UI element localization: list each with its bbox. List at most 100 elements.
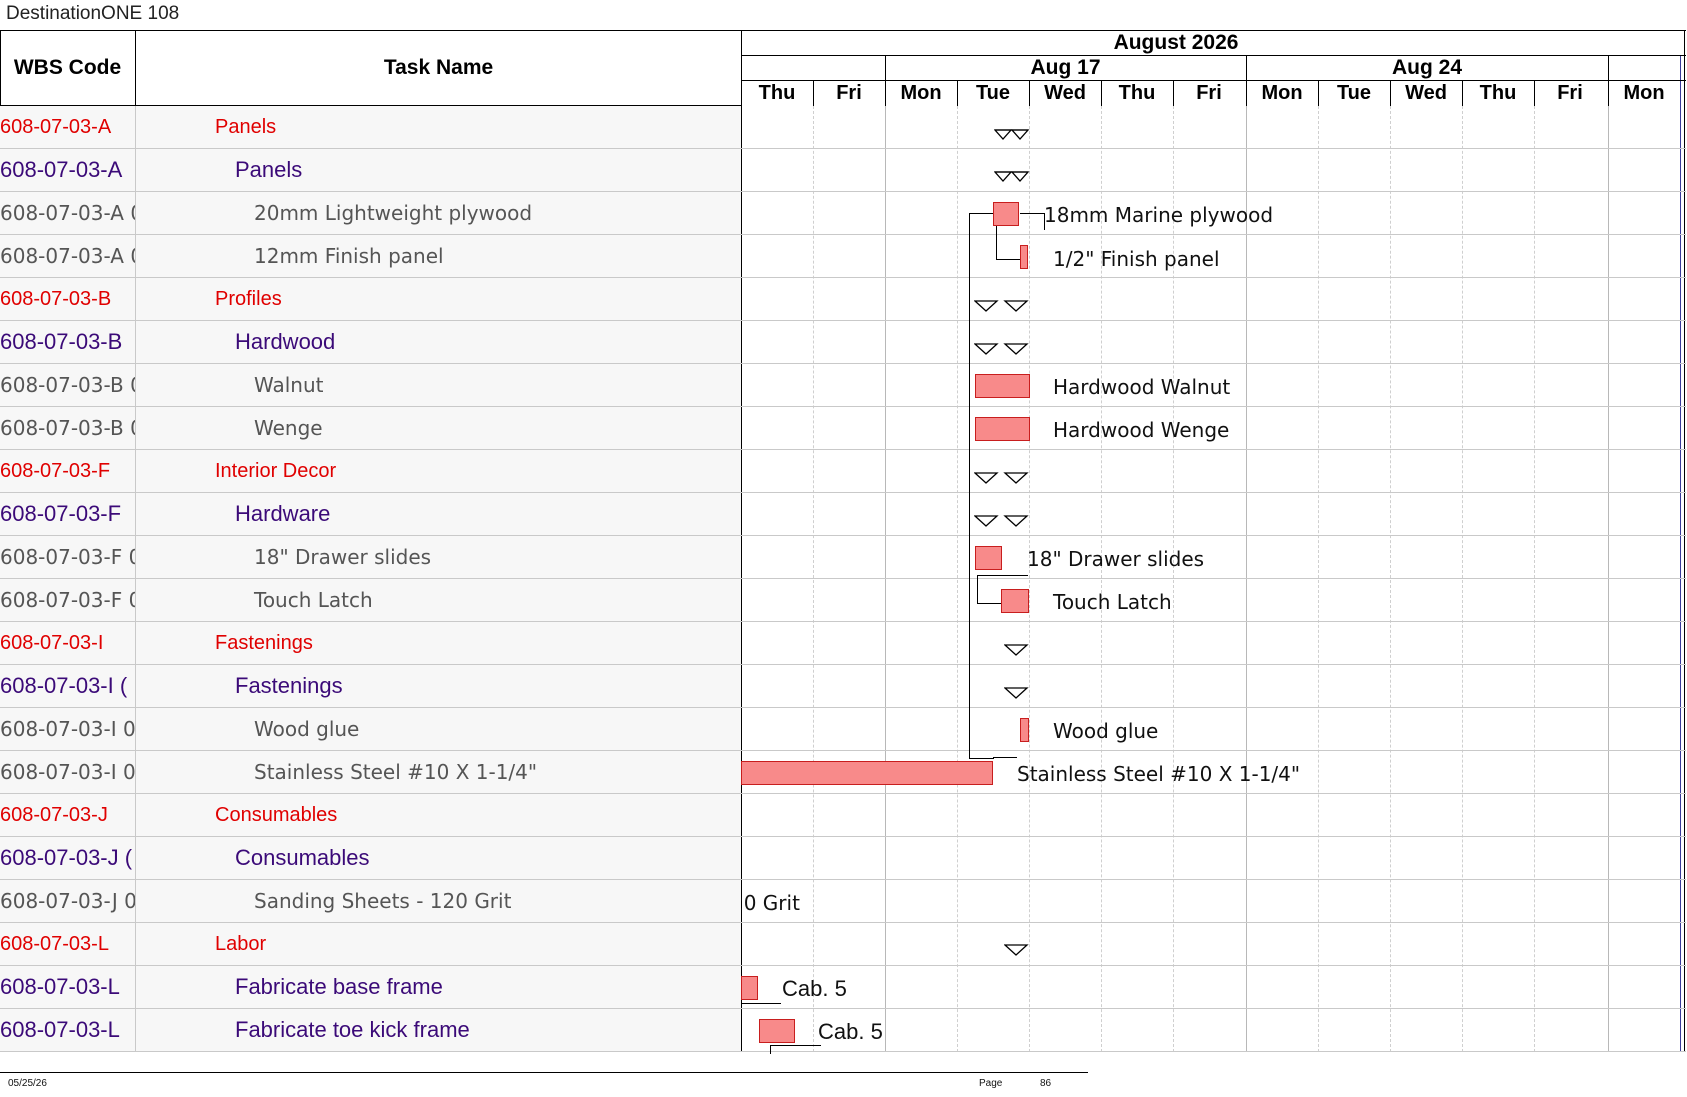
footer-date: 05/25/26 (8, 1078, 47, 1089)
bar-label: 1/2" Finish panel (1053, 247, 1220, 271)
wbs-code-cell: 608-07-03-F 0 (0, 579, 136, 621)
task-bar[interactable] (741, 761, 993, 785)
bar-label: Stainless Steel #10 X 1-1/4" (1017, 762, 1301, 786)
table-row[interactable]: 608-07-03-L Labor (0, 923, 741, 966)
table-row[interactable]: 608-07-03-L Fabricate toe kick frame (0, 1009, 741, 1052)
task-name-cell: Fabricate base frame (235, 974, 443, 999)
timescale-day: Mon (1623, 82, 1665, 104)
grid-row-line (741, 793, 1686, 794)
document-title: DestinationONE 108 (6, 3, 180, 24)
table-row[interactable]: 608-07-03-B Profiles (0, 278, 741, 321)
task-name-cell: Interior Decor (215, 459, 337, 482)
table-row[interactable]: 608-07-03-A 0 20mm Lightweight plywood (0, 192, 741, 235)
timescale-month: August 2026 (1113, 30, 1239, 54)
task-bar[interactable] (1020, 245, 1028, 269)
grid-row-line (741, 664, 1686, 665)
task-name-cell: 12mm Finish panel (254, 244, 444, 268)
table-row[interactable]: 608-07-03-B 0 Walnut (0, 364, 741, 407)
timescale-day: Thu (758, 82, 796, 104)
dependency-link (1020, 213, 1045, 230)
table-row[interactable]: 608-07-03-A Panels (0, 106, 741, 149)
wbs-code-cell: 608-07-03-A (0, 149, 136, 191)
grid-row-line (741, 320, 1686, 321)
grid-row-line (741, 191, 1686, 192)
table-row[interactable]: 608-07-03-F Interior Decor (0, 450, 741, 493)
grid-column-line (1390, 106, 1391, 1052)
wbs-code-cell: 608-07-03-L (0, 966, 136, 1008)
task-bar[interactable] (975, 374, 1030, 398)
day-divider (1318, 80, 1319, 106)
table-row[interactable]: 608-07-03-I 01 Wood glue (0, 708, 741, 751)
grid-row-line (741, 750, 1686, 751)
grid-row-line (741, 406, 1686, 407)
grid-column-line (1462, 106, 1463, 1052)
wbs-code-cell: 608-07-03-A 0 (0, 235, 136, 277)
grid-row-line (741, 148, 1686, 149)
wbs-code-cell: 608-07-03-L (0, 923, 136, 965)
right-border (1684, 30, 1685, 1052)
task-bar[interactable] (1001, 589, 1029, 613)
wbs-code-cell: 608-07-03-I ( (0, 665, 136, 707)
table-row[interactable]: 608-07-03-I 01 Stainless Steel #10 X 1-1/… (0, 751, 741, 794)
table-row[interactable]: 608-07-03-F 0 18" Drawer slides (0, 536, 741, 579)
dependency-link (996, 226, 1021, 260)
day-divider (813, 80, 814, 106)
task-bar[interactable] (975, 417, 1030, 441)
grid-row-line (741, 707, 1686, 708)
table-row[interactable]: 608-07-03-B Hardwood (0, 321, 741, 364)
task-name-cell: Panels (215, 115, 277, 138)
bar-label: Hardwood Walnut (1053, 375, 1231, 399)
task-bar[interactable] (975, 546, 1002, 570)
bar-label: 18" Drawer slides (1027, 547, 1205, 571)
grid-row-line (741, 234, 1686, 235)
table-row[interactable]: 608-07-03-I Fastenings (0, 622, 741, 665)
grid-row-line (741, 492, 1686, 493)
timescale-day: Fri (1557, 82, 1583, 104)
wbs-code-cell: 608-07-03-F 0 (0, 536, 136, 578)
column-header-task-name[interactable]: Task Name (136, 30, 741, 106)
task-name-cell: Panels (235, 157, 303, 182)
wbs-code-cell: 608-07-03-I (0, 622, 136, 664)
timescale-day: Wed (1044, 82, 1086, 104)
task-bar[interactable] (741, 976, 758, 1000)
task-bar[interactable] (759, 1019, 795, 1043)
table-row[interactable]: 608-07-03-A 0 12mm Finish panel (0, 235, 741, 278)
grid-column-line (1534, 106, 1535, 1052)
wbs-code-cell: 608-07-03-J 01 (0, 880, 136, 922)
bar-label: Cab. 5 (818, 1019, 883, 1044)
table-row[interactable]: 608-07-03-F Hardware (0, 493, 741, 536)
table-row[interactable]: 608-07-03-A Panels (0, 149, 741, 192)
task-bar[interactable] (1020, 718, 1029, 742)
day-divider (885, 80, 886, 106)
footer-rule (0, 1072, 1088, 1073)
wbs-code-cell: 608-07-03-A (0, 106, 136, 148)
table-row[interactable]: 608-07-03-F 0 Touch Latch (0, 579, 741, 622)
grid-row-line (741, 449, 1686, 450)
grid-row-line (741, 836, 1686, 837)
column-header-wbs[interactable]: WBS Code (0, 30, 136, 106)
table-row[interactable]: 608-07-03-L Fabricate base frame (0, 966, 741, 1009)
timescale-day: Tue (975, 82, 1011, 104)
bar-label: Hardwood Wenge (1053, 418, 1230, 442)
bar-label: Cab. 5 (782, 976, 847, 1001)
day-divider (1608, 80, 1609, 106)
timescale-day: Wed (1405, 82, 1447, 104)
day-divider (1173, 80, 1174, 106)
table-row[interactable]: 608-07-03-B 0 Wenge (0, 407, 741, 450)
task-name-cell: Fastenings (235, 673, 343, 698)
table-row[interactable]: 608-07-03-I ( Fastenings (0, 665, 741, 708)
table-row[interactable]: 608-07-03-J (Consumables (0, 837, 741, 880)
wbs-code-cell: 608-07-03-F (0, 493, 136, 535)
grid-row-line (741, 1051, 1686, 1052)
wbs-code-cell: 608-07-03-B (0, 321, 136, 363)
table-row[interactable]: 608-07-03-J Consumables (0, 794, 741, 837)
day-divider (741, 80, 742, 106)
grid-column-line (1608, 106, 1609, 1052)
task-name-cell: Profiles (215, 287, 282, 310)
day-divider (1534, 80, 1535, 106)
table-row[interactable]: 608-07-03-J 01 Sanding Sheets - 120 Grit (0, 880, 741, 923)
day-divider (1390, 80, 1391, 106)
task-bar[interactable] (993, 202, 1019, 226)
grid-row-line (741, 1008, 1686, 1009)
task-name-cell: Touch Latch (254, 588, 373, 612)
